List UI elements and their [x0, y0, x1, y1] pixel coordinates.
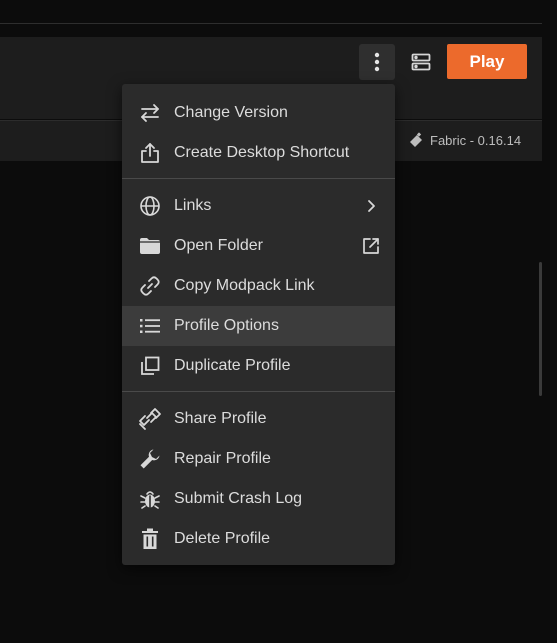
menu-item-label: Profile Options [174, 317, 279, 334]
menu-item-profile-options[interactable]: Profile Options [122, 306, 395, 346]
external-link-icon [361, 236, 381, 256]
menu-item-repair-profile[interactable]: Repair Profile [122, 439, 395, 479]
menu-item-label: Share Profile [174, 410, 267, 427]
menu-item-submit-crash-log[interactable]: Submit Crash Log [122, 479, 395, 519]
menu-item-links[interactable]: Links [122, 186, 395, 226]
duplicate-icon [138, 354, 162, 378]
menu-item-label: Open Folder [174, 237, 263, 254]
menu-item-label: Repair Profile [174, 450, 271, 467]
menu-item-label: Change Version [174, 104, 288, 121]
more-options-button[interactable] [359, 44, 395, 80]
menu-item-share-profile[interactable]: Share Profile [122, 399, 395, 439]
list-icon [138, 314, 162, 338]
kebab-icon [374, 52, 380, 72]
loader-version-label: Fabric - 0.16.14 [430, 132, 522, 148]
scrollbar[interactable] [539, 262, 542, 396]
trash-icon [138, 527, 162, 551]
folder-icon [138, 234, 162, 258]
server-button[interactable] [403, 44, 439, 80]
menu-item-label: Copy Modpack Link [174, 277, 315, 294]
menu-item-label: Submit Crash Log [174, 490, 303, 507]
menu-divider [122, 391, 395, 392]
share-upload-icon [138, 141, 162, 165]
share-link-icon [138, 407, 162, 431]
fabric-loader-icon [408, 132, 424, 148]
menu-item-open-folder[interactable]: Open Folder [122, 226, 395, 266]
top-strip [0, 0, 542, 24]
menu-item-copy-modpack-link[interactable]: Copy Modpack Link [122, 266, 395, 306]
globe-icon [138, 194, 162, 218]
menu-item-delete-profile[interactable]: Delete Profile [122, 519, 395, 559]
server-icon [411, 53, 431, 71]
loader-badge: Fabric - 0.16.14 [408, 130, 521, 150]
menu-item-change-version[interactable]: Change Version [122, 93, 395, 133]
menu-item-label: Create Desktop Shortcut [174, 144, 350, 161]
bug-icon [138, 487, 162, 511]
menu-item-label: Delete Profile [174, 530, 271, 547]
menu-item-create-desktop-shortcut[interactable]: Create Desktop Shortcut [122, 133, 395, 173]
link-icon [138, 274, 162, 298]
swap-arrows-icon [138, 101, 162, 125]
menu-item-label: Links [174, 197, 212, 214]
wrench-icon [138, 447, 162, 471]
play-button[interactable]: Play [447, 44, 527, 79]
profile-context-menu: Change Version Create Desktop Shortcut L… [122, 84, 395, 565]
menu-divider [122, 178, 395, 179]
chevron-right-icon [361, 196, 381, 216]
menu-item-label: Duplicate Profile [174, 357, 291, 374]
menu-item-duplicate-profile[interactable]: Duplicate Profile [122, 346, 395, 386]
